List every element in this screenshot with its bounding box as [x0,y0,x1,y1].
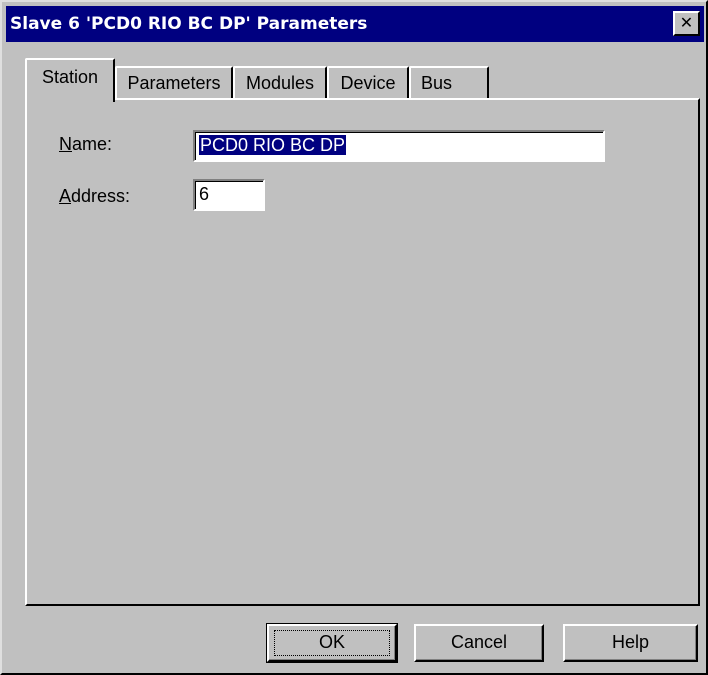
help-button-label: Help [611,632,650,652]
tab-device[interactable]: Device [327,66,409,99]
tab-label: Device [340,73,396,93]
tab-label: Modules [245,73,315,93]
name-label: Name: [59,134,113,154]
window-title: Slave 6 'PCD0 RIO BC DP' Parameters [10,14,368,34]
tab-parameters[interactable]: Parameters [115,66,233,99]
station-tab-panel: Name: PCD0 RIO BC DP Address: 6 [25,98,700,606]
ok-button-label: OK [318,632,345,652]
tab-station[interactable]: Station [25,58,115,102]
tab-modules[interactable]: Modules [233,66,327,99]
name-field-value: PCD0 RIO BC DP [199,135,347,155]
tab-bus[interactable]: Bus [409,66,489,99]
title-bar[interactable]: Slave 6 'PCD0 RIO BC DP' Parameters ✕ [6,6,704,42]
tab-label: Parameters [127,73,221,93]
address-field[interactable]: 6 [193,179,265,211]
tab-label: Station [41,67,99,87]
close-icon: ✕ [679,13,694,32]
address-field-value: 6 [199,184,210,204]
cancel-button[interactable]: Cancel [414,624,544,662]
close-button[interactable]: ✕ [673,11,700,36]
parameters-dialog: Slave 6 'PCD0 RIO BC DP' Parameters ✕ St… [0,0,708,675]
tab-label: Bus [421,73,453,93]
cancel-button-label: Cancel [450,632,508,652]
address-label: Address: [59,186,131,206]
ok-button[interactable]: OK [266,623,398,663]
help-button[interactable]: Help [563,624,698,662]
name-field[interactable]: PCD0 RIO BC DP [193,130,605,162]
